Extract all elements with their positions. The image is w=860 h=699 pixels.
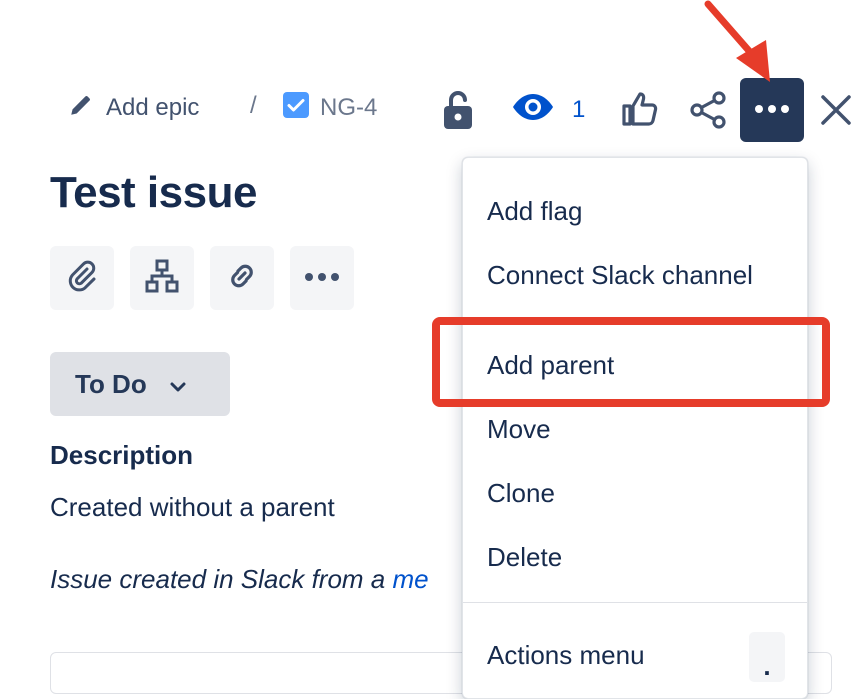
description-text[interactable]: Created without a parent bbox=[50, 492, 335, 523]
highlight-box bbox=[432, 317, 830, 407]
slack-note-text: Issue created in Slack from a bbox=[50, 564, 393, 594]
chevron-down-icon bbox=[169, 369, 187, 400]
more-actions-menu: Add flag Connect Slack channel Add paren… bbox=[462, 157, 808, 699]
breadcrumb-separator: / bbox=[250, 92, 257, 119]
link-icon bbox=[224, 258, 260, 299]
hierarchy-icon bbox=[145, 259, 179, 298]
menu-item-delete[interactable]: Delete bbox=[487, 542, 562, 573]
issue-key: NG-4 bbox=[320, 94, 378, 121]
add-epic-label: Add epic bbox=[106, 94, 200, 121]
more-icon bbox=[304, 269, 340, 287]
menu-item-clone[interactable]: Clone bbox=[487, 478, 555, 509]
description-heading: Description bbox=[50, 440, 194, 470]
pencil-icon bbox=[68, 92, 94, 125]
status-label: To Do bbox=[75, 368, 147, 399]
share-icon[interactable] bbox=[688, 90, 728, 130]
menu-divider bbox=[463, 602, 807, 603]
add-epic-link[interactable]: Add epic bbox=[68, 90, 199, 126]
menu-item-move[interactable]: Move bbox=[487, 414, 551, 445]
close-icon[interactable] bbox=[818, 92, 854, 128]
lock-icon[interactable] bbox=[442, 90, 474, 130]
attachment-icon bbox=[65, 259, 99, 298]
keyboard-shortcut-badge: . bbox=[749, 632, 785, 682]
attach-button[interactable] bbox=[50, 246, 114, 310]
eye-icon bbox=[512, 92, 554, 129]
task-checkbox-icon bbox=[282, 91, 310, 126]
menu-item-connect-slack[interactable]: Connect Slack channel bbox=[487, 260, 753, 291]
slack-message-link[interactable]: me bbox=[392, 564, 428, 594]
red-arrow-icon bbox=[700, 0, 780, 86]
thumbs-up-icon[interactable] bbox=[620, 88, 660, 128]
watch-button[interactable]: 1 bbox=[512, 92, 585, 128]
status-dropdown[interactable]: To Do bbox=[50, 352, 230, 416]
more-quick-actions-button[interactable] bbox=[290, 246, 354, 310]
menu-item-actions-menu[interactable]: Actions menu bbox=[487, 640, 645, 671]
link-issue-button[interactable] bbox=[210, 246, 274, 310]
menu-item-add-flag[interactable]: Add flag bbox=[487, 196, 582, 227]
slack-note: Issue created in Slack from a me bbox=[50, 564, 429, 595]
issue-key-link[interactable]: NG-4 bbox=[282, 90, 377, 126]
add-child-issue-button[interactable] bbox=[130, 246, 194, 310]
more-icon bbox=[754, 101, 790, 119]
more-actions-button[interactable] bbox=[740, 78, 804, 142]
watch-count: 1 bbox=[572, 96, 586, 123]
issue-title[interactable]: Test issue bbox=[50, 168, 257, 218]
